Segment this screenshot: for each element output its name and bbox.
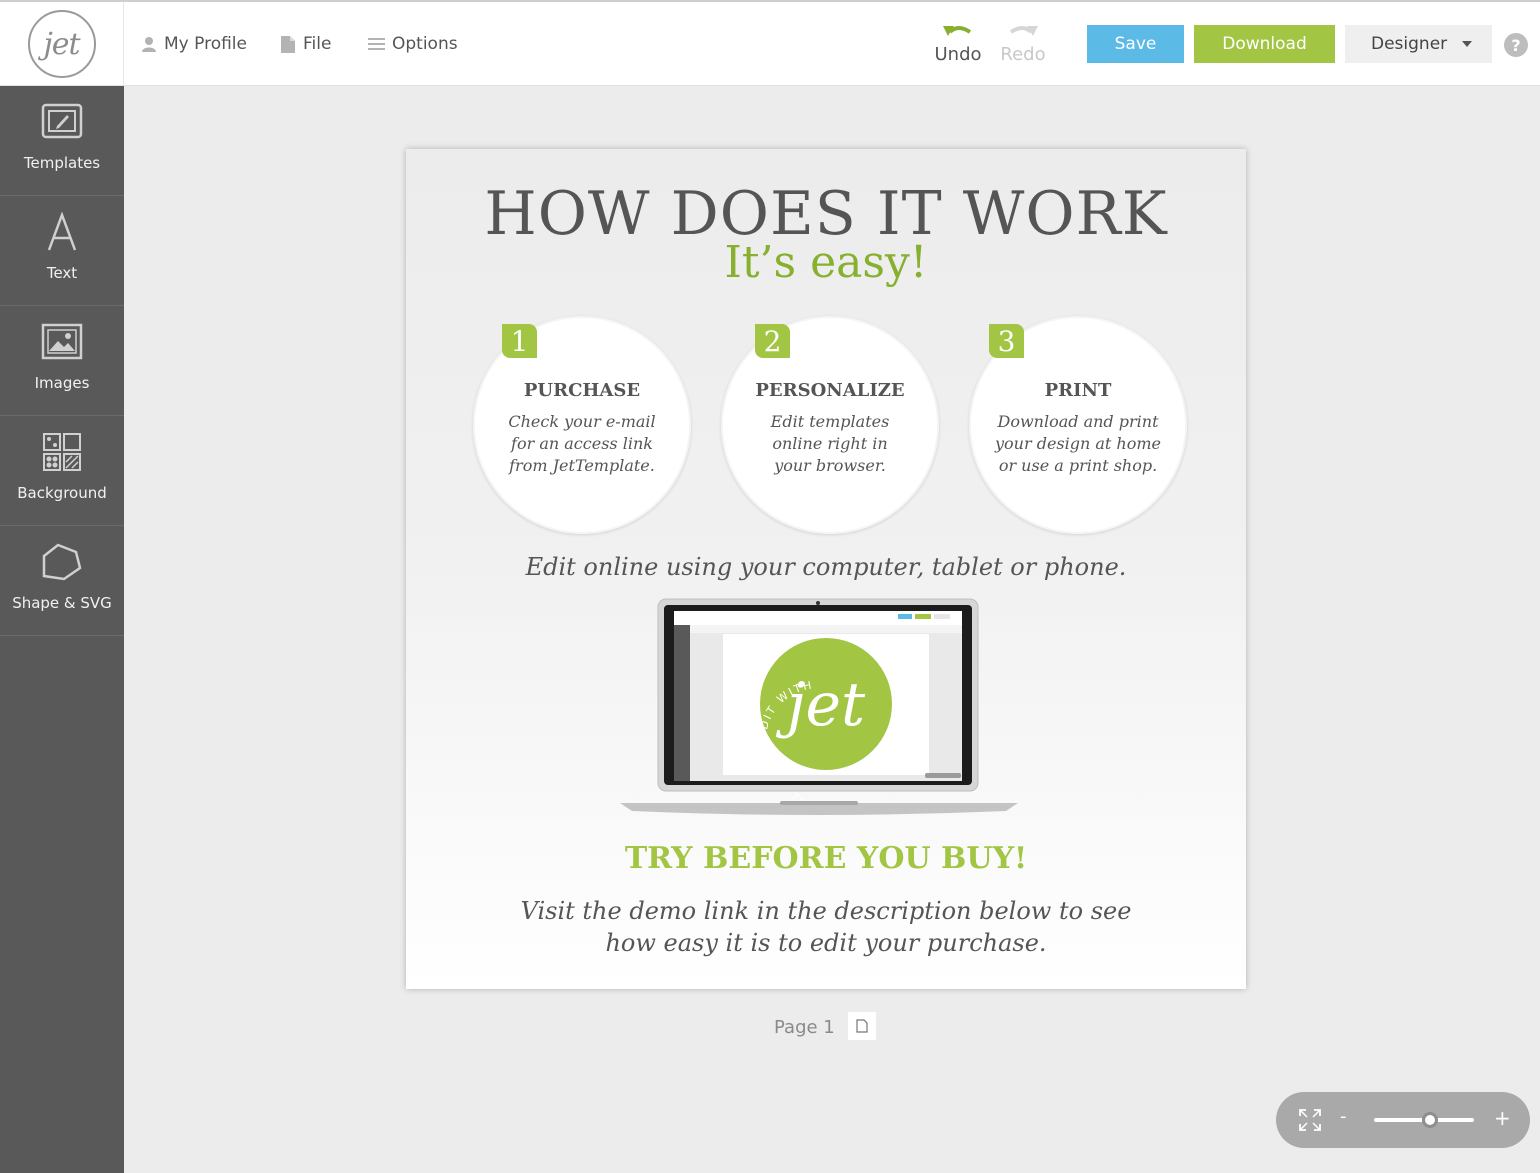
step-line: Check your e-mail xyxy=(508,412,656,431)
redo-arrow-icon xyxy=(1009,26,1038,36)
redo-button[interactable]: Redo xyxy=(998,22,1048,65)
file-label: File xyxy=(303,34,332,54)
redo-label: Redo xyxy=(1000,44,1046,65)
step-line: Download and print xyxy=(997,412,1159,431)
step-description[interactable]: Edit templates online right in your brow… xyxy=(721,411,939,477)
file-icon xyxy=(281,35,295,53)
options-menu[interactable]: Options xyxy=(368,2,458,86)
step-line: or use a print shop. xyxy=(998,456,1158,475)
step-line: for an access link xyxy=(511,434,653,453)
edit-online-text[interactable]: Edit online using your computer, tablet … xyxy=(406,553,1246,581)
undo-label: Undo xyxy=(934,44,982,65)
step-line: online right in xyxy=(772,434,888,453)
letter-a-icon xyxy=(47,212,77,251)
step-heading[interactable]: PURCHASE xyxy=(473,380,691,401)
undo-button[interactable]: Undo xyxy=(933,22,983,65)
undo-arrow-icon xyxy=(943,26,972,36)
logo-mark: jet xyxy=(27,10,96,78)
mode-dropdown[interactable]: Designer xyxy=(1345,25,1492,63)
fit-screen-icon[interactable] xyxy=(1298,1108,1322,1132)
download-button[interactable]: Download xyxy=(1194,25,1335,63)
step-description[interactable]: Download and print your design at home o… xyxy=(969,411,1187,477)
page-options-icon[interactable] xyxy=(848,1012,876,1040)
step-line: your design at home xyxy=(994,434,1161,453)
zoom-out-button[interactable]: - xyxy=(1340,1106,1347,1127)
my-profile-label: My Profile xyxy=(164,34,247,54)
zoom-in-button[interactable]: + xyxy=(1494,1106,1511,1130)
sidebar-label-background: Background xyxy=(17,484,107,502)
demo-text-line: how easy it is to edit your purchase. xyxy=(605,929,1047,957)
sidebar-item-images[interactable]: Images xyxy=(0,306,124,416)
sidebar-label-text: Text xyxy=(46,264,78,282)
page-label: Page 1 xyxy=(774,1017,835,1038)
sidebar-item-text[interactable]: Text xyxy=(0,196,124,306)
file-menu[interactable]: File xyxy=(280,2,331,86)
canvas-subtitle[interactable]: It’s easy! xyxy=(406,237,1246,288)
sidebar-item-shape-svg[interactable]: Shape & SVG xyxy=(0,526,124,636)
tool-sidebar: Templates Text Images Background Shape &… xyxy=(0,86,124,1173)
step-number-badge: 2 xyxy=(755,324,790,358)
hamburger-icon xyxy=(368,38,385,50)
step-line: Edit templates xyxy=(770,412,890,431)
image-icon xyxy=(41,323,83,360)
step-heading[interactable]: PERSONALIZE xyxy=(721,380,939,401)
caret-down-icon xyxy=(1462,41,1472,47)
top-bar: jet My Profile File Options Undo Redo Sa… xyxy=(0,0,1540,86)
help-icon[interactable]: ? xyxy=(1504,33,1528,57)
demo-text-line: Visit the demo link in the description b… xyxy=(520,897,1132,925)
step-description[interactable]: Check your e-mail for an access link fro… xyxy=(473,411,691,477)
demo-link-text[interactable]: Visit the demo link in the description b… xyxy=(406,895,1246,959)
my-profile-menu[interactable]: My Profile xyxy=(141,2,247,86)
user-icon xyxy=(142,36,156,52)
sidebar-label-templates: Templates xyxy=(23,154,101,172)
step-heading[interactable]: PRINT xyxy=(969,380,1187,401)
zoom-control: - + xyxy=(1276,1092,1530,1148)
step-line: your browser. xyxy=(774,456,886,475)
frame-icon xyxy=(41,103,83,139)
laptop-logo-text: jet xyxy=(776,670,866,740)
page-icon xyxy=(856,1019,868,1033)
app-logo[interactable]: jet xyxy=(0,2,124,86)
step-number-badge: 1 xyxy=(502,324,537,358)
step-line: from JetTemplate. xyxy=(509,456,655,475)
sidebar-item-background[interactable]: Background xyxy=(0,416,124,526)
sidebar-label-shape-svg: Shape & SVG xyxy=(12,594,112,612)
pattern-grid-icon xyxy=(43,433,81,471)
zoom-slider-handle[interactable] xyxy=(1422,1112,1438,1128)
save-button[interactable]: Save xyxy=(1087,25,1184,63)
cta-heading[interactable]: TRY BEFORE YOU BUY! xyxy=(406,841,1246,876)
sidebar-item-templates[interactable]: Templates xyxy=(0,86,124,196)
mode-label: Designer xyxy=(1371,34,1448,54)
laptop-illustration[interactable]: jet EDIT WITH TEMPLATE xyxy=(620,597,1018,822)
pentagon-icon xyxy=(42,543,82,581)
design-canvas[interactable]: HOW DOES IT WORK It’s easy! 1 PURCHASE C… xyxy=(406,149,1246,989)
zoom-slider[interactable] xyxy=(1374,1112,1474,1128)
sidebar-label-images: Images xyxy=(34,374,90,392)
options-label: Options xyxy=(392,34,458,54)
step-number-badge: 3 xyxy=(989,324,1024,358)
